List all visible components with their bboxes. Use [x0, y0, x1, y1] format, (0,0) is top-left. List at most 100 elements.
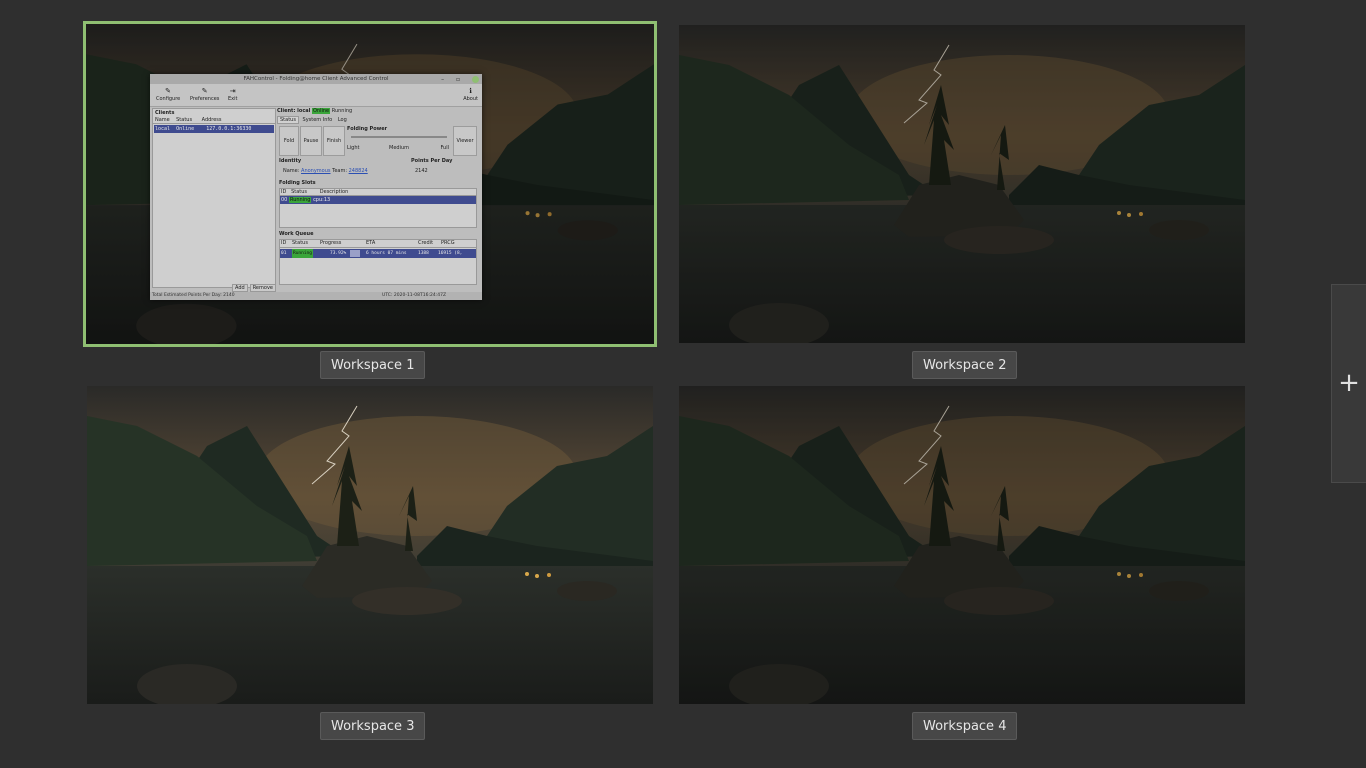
- wallpaper-image: [679, 25, 1245, 343]
- wq-col-progress: Progress: [320, 240, 342, 246]
- power-full: Full: [440, 145, 449, 151]
- workspace-1-thumbnail[interactable]: FAHControl - Folding@home Client Advance…: [83, 21, 657, 347]
- wq-status: Running: [292, 249, 313, 258]
- folding-slots-table: ID Status Description 00 Running cpu:13: [279, 188, 477, 228]
- slot-id: 00: [281, 197, 288, 203]
- wq-col-prcg: PRCG: [441, 240, 455, 246]
- about-label: About: [463, 96, 478, 102]
- info-icon: ℹ: [469, 87, 472, 95]
- wq-col-status: Status: [292, 240, 308, 246]
- wallpaper-image: [679, 386, 1245, 704]
- remove-client-button[interactable]: Remove: [249, 284, 276, 292]
- finish-button[interactable]: Finish: [323, 126, 345, 156]
- configure-label: Configure: [156, 96, 181, 102]
- col-name: Name: [155, 117, 170, 123]
- client-header: Client: local Online Running: [277, 108, 352, 114]
- clients-panel: Clients Name Status Address local Online…: [152, 108, 276, 288]
- power-light: Light: [347, 145, 360, 151]
- identity-label: Identity: [279, 158, 302, 164]
- team-label: Team:: [332, 168, 348, 174]
- wq-col-credit: Credit: [418, 240, 434, 246]
- workspace-4-thumbnail[interactable]: [679, 386, 1245, 704]
- tab-status[interactable]: Status: [277, 116, 299, 124]
- folding-slots-label: Folding Slots: [279, 180, 316, 186]
- wq-eta: 6 hours 07 mins: [366, 251, 407, 256]
- work-queue-table: ID Status Progress ETA Credit PRCG 01 Ru…: [279, 239, 477, 285]
- wq-col-id: ID: [281, 240, 287, 246]
- client-state-badge: Online: [311, 108, 331, 114]
- configure-button[interactable]: ✎ Configure: [156, 87, 180, 102]
- slots-col-status: Status: [291, 189, 308, 195]
- folding-power-label: Folding Power: [347, 126, 388, 132]
- ppd-value: 2142: [415, 168, 428, 174]
- viewer-button[interactable]: Viewer: [453, 126, 477, 156]
- client-address: 127.0.0.1:36330: [206, 126, 252, 132]
- folding-power-slider[interactable]: [351, 136, 447, 138]
- fold-button[interactable]: Fold: [279, 126, 299, 156]
- tab-system-info[interactable]: System Info: [301, 117, 335, 123]
- identity-name-link[interactable]: Anonymous: [301, 168, 330, 174]
- workspace-4-label[interactable]: Workspace 4: [912, 712, 1018, 740]
- clients-columns: Name Status Address: [153, 117, 275, 124]
- workspace-2-label[interactable]: Workspace 2: [912, 351, 1018, 379]
- slot-row[interactable]: 00 Running cpu:13: [280, 196, 476, 204]
- name-label: Name:: [283, 168, 300, 174]
- wq-progress-bar: [350, 250, 360, 257]
- client-row[interactable]: local Online 127.0.0.1:36330: [154, 125, 274, 133]
- identity-row: Name: Anonymous Team: 248824: [283, 168, 368, 174]
- workspace-3-label[interactable]: Workspace 3: [320, 712, 426, 740]
- folding-power-group: Folding Power Light Medium Full: [347, 126, 451, 154]
- client-detail-panel: Client: local Online Running Status Syst…: [277, 108, 479, 286]
- wq-credit: 1388: [418, 251, 429, 256]
- plus-icon: +: [1338, 368, 1360, 398]
- workspace-1-label[interactable]: Workspace 1: [320, 351, 426, 379]
- col-address: Address: [201, 117, 222, 123]
- workspace-2-thumbnail[interactable]: [679, 25, 1245, 343]
- slot-status: Running: [288, 197, 312, 203]
- wq-id: 01: [281, 251, 287, 256]
- preferences-icon: ✎: [201, 87, 208, 95]
- detail-tabs: Status System Info Log: [277, 116, 349, 124]
- about-button[interactable]: ℹ About: [463, 87, 478, 102]
- ppd-label: Points Per Day: [411, 158, 453, 164]
- tab-log[interactable]: Log: [336, 117, 349, 123]
- workspace-3-thumbnail[interactable]: [87, 386, 653, 704]
- preferences-button[interactable]: ✎ Preferences: [190, 87, 219, 102]
- add-workspace-button[interactable]: +: [1331, 284, 1366, 483]
- statusbar: Total Estimated Points Per Day: 2140 UTC…: [150, 292, 482, 300]
- wrench-icon: ✎: [165, 87, 172, 95]
- exit-icon: ⇥: [229, 87, 236, 95]
- slots-col-id: ID: [281, 189, 287, 195]
- statusbar-ppd: Total Estimated Points Per Day: 2140: [152, 293, 235, 298]
- wq-prcg: 16915 (8,: [438, 251, 463, 256]
- exit-label: Exit: [228, 96, 238, 102]
- slot-description: cpu:13: [313, 197, 331, 203]
- client-name: local: [155, 126, 171, 132]
- client-running-text: Running: [331, 108, 353, 114]
- slots-header: ID Status Description: [280, 189, 476, 196]
- wq-header: ID Status Progress ETA Credit PRCG: [280, 240, 476, 248]
- exit-button[interactable]: ⇥ Exit: [228, 87, 237, 102]
- fahcontrol-window[interactable]: FAHControl - Folding@home Client Advance…: [150, 74, 482, 300]
- window-title: FAHControl - Folding@home Client Advance…: [243, 76, 389, 82]
- power-medium: Medium: [389, 145, 409, 151]
- wq-col-eta: ETA: [366, 240, 376, 246]
- team-link[interactable]: 248824: [349, 168, 368, 174]
- toolbar: ✎ Configure ✎ Preferences ⇥ Exit ℹ About: [150, 84, 482, 107]
- close-icon[interactable]: [472, 76, 479, 83]
- client-header-label: Client: local: [277, 108, 311, 114]
- wq-row[interactable]: 01 Running 73.92% 6 hours 07 mins 1388 1…: [280, 249, 476, 258]
- wq-progress: 73.92%: [330, 251, 347, 256]
- preferences-label: Preferences: [190, 96, 220, 102]
- window-titlebar[interactable]: FAHControl - Folding@home Client Advance…: [150, 74, 482, 84]
- wallpaper-image: [87, 386, 653, 704]
- slots-col-desc: Description: [319, 189, 349, 195]
- col-status: Status: [176, 117, 193, 123]
- statusbar-utc: UTC: 2020-11-08T16:24:47Z: [382, 293, 447, 298]
- pause-button[interactable]: Pause: [300, 126, 322, 156]
- client-status: Online: [176, 126, 195, 132]
- clients-heading: Clients: [155, 110, 175, 116]
- work-queue-label: Work Queue: [279, 231, 314, 237]
- client-buttons: Add Remove: [230, 284, 276, 292]
- add-client-button[interactable]: Add: [232, 284, 248, 292]
